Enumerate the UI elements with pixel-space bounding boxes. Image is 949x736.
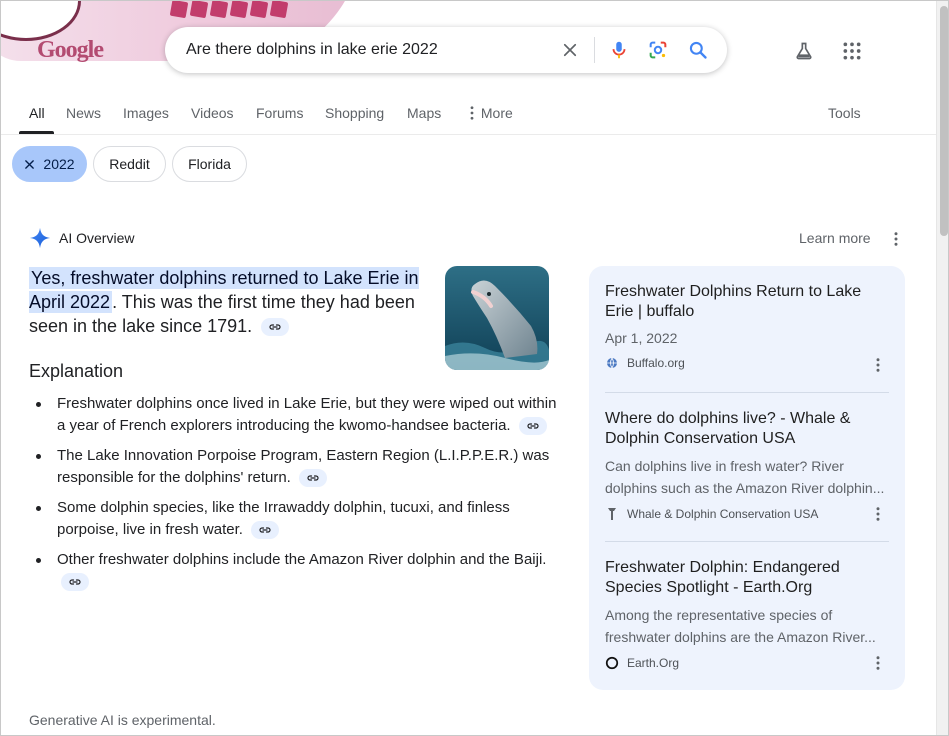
search-box [165,27,727,73]
doodle-tiles [169,1,306,23]
more-vert-icon [894,232,898,246]
more-vert-icon [876,656,880,670]
ai-overview-menu-button[interactable] [888,231,904,247]
link-icon [259,527,271,533]
tab-maps[interactable]: Maps [407,105,441,121]
tools-button[interactable]: Tools [828,105,861,121]
source-card-earth-org[interactable]: Freshwater Dolphin: Endangered Species S… [605,558,889,670]
tab-all[interactable]: All [29,105,45,121]
sources-panel: Freshwater Dolphins Return to Lake Erie … [589,266,905,690]
close-icon [563,43,577,57]
link-icon [269,324,281,330]
ai-overview-lead: Yes, freshwater dolphins returned to Lak… [29,266,439,338]
source-title[interactable]: Freshwater Dolphins Return to Lake Erie … [605,282,889,322]
dolphin-image[interactable] [445,266,549,370]
citation-link[interactable] [261,318,290,337]
explanation-heading: Explanation [29,361,124,381]
search-tabs: All News Images Videos Forums Shopping M… [1,93,936,135]
chip-label: 2022 [43,156,75,172]
globe-icon [605,356,619,370]
source-card-whale-dolphin[interactable]: Where do dolphins live? - Whale & Dolphi… [605,409,889,521]
source-site: Whale & Dolphin Conservation USA [605,507,889,521]
close-icon [25,159,35,169]
active-tab-indicator [19,131,54,134]
source-divider [605,392,889,393]
list-item: Some dolphin species, like the Irrawaddy… [29,497,559,541]
lens-search-button[interactable] [646,38,670,62]
citation-link[interactable] [251,521,280,540]
source-snippet: Among the representative species of [605,607,833,623]
link-icon [69,579,81,585]
source-snippet: Can dolphins live in fresh water? River … [605,458,885,496]
labs-button[interactable] [792,39,816,63]
ai-overview-title: AI Overview [59,230,135,246]
source-site: Buffalo.org [605,356,889,370]
chip-2022[interactable]: 2022 [12,146,87,182]
source-site-name: Buffalo.org [627,356,685,370]
source-title[interactable]: Where do dolphins live? - Whale & Dolphi… [605,409,889,449]
search-input[interactable] [186,41,546,59]
browser-frame: Google Are there dolphins in lake erie 2… [0,0,949,736]
scrollbar-thumb[interactable] [940,6,948,236]
list-item: The Lake Innovation Porpoise Program, Ea… [29,445,559,489]
more-vert-icon [876,507,880,521]
source-divider [605,541,889,542]
citation-link[interactable] [518,417,547,436]
tab-images[interactable]: Images [123,105,169,121]
source-site: Earth.Org [605,656,889,670]
tab-news[interactable]: News [66,105,101,121]
source-date: Apr 1, 2022 [605,330,678,346]
source-site-name: Whale & Dolphin Conservation USA [627,507,819,521]
camera-lens-icon [649,41,667,59]
tab-more-label: More [480,105,513,121]
learn-more-link[interactable]: Learn more [799,230,871,246]
whale-tail-icon [605,507,619,521]
ai-overview-header: AI Overview [29,227,134,249]
tab-forums[interactable]: Forums [256,105,303,121]
gemini-sparkle-icon [29,227,51,249]
microphone-icon [612,41,626,59]
more-vert-icon [470,106,474,120]
source-menu-button[interactable] [870,357,886,373]
tab-more[interactable]: More [467,105,513,121]
flask-icon [796,42,812,60]
tab-shopping[interactable]: Shopping [325,105,384,121]
chip-reddit[interactable]: Reddit [93,146,166,182]
chip-label: Florida [188,156,231,172]
citation-link[interactable] [299,469,328,488]
page-scrollbar[interactable] [936,1,948,735]
more-vert-icon [876,358,880,372]
source-card-buffalo[interactable]: Freshwater Dolphins Return to Lake Erie … [605,282,889,370]
search-divider [594,37,595,63]
chip-label: Reddit [109,156,150,172]
chip-florida[interactable]: Florida [172,146,247,182]
search-submit-button[interactable] [686,38,710,62]
source-title[interactable]: Freshwater Dolphin: Endangered Species S… [605,558,889,598]
tab-videos[interactable]: Videos [191,105,234,121]
generative-ai-disclaimer: Generative AI is experimental. [29,712,216,728]
earth-org-icon [605,656,619,670]
list-item: Other freshwater dolphins include the Am… [29,549,559,593]
explanation-list: Freshwater dolphins once lived in Lake E… [29,393,559,601]
google-logo[interactable]: Google [37,37,104,64]
list-item: Freshwater dolphins once lived in Lake E… [29,393,559,437]
source-snippet: freshwater dolphins are the Amazon River… [605,629,876,645]
source-menu-button[interactable] [870,506,886,522]
link-icon [527,423,539,429]
apps-button[interactable] [840,39,864,63]
citation-link[interactable] [61,573,89,592]
link-icon [307,475,319,481]
source-site-name: Earth.Org [627,656,680,670]
clear-search-button[interactable] [558,38,582,62]
voice-search-button[interactable] [607,38,631,62]
source-menu-button[interactable] [870,655,886,671]
search-icon [689,41,707,59]
apps-grid-icon [843,42,861,60]
